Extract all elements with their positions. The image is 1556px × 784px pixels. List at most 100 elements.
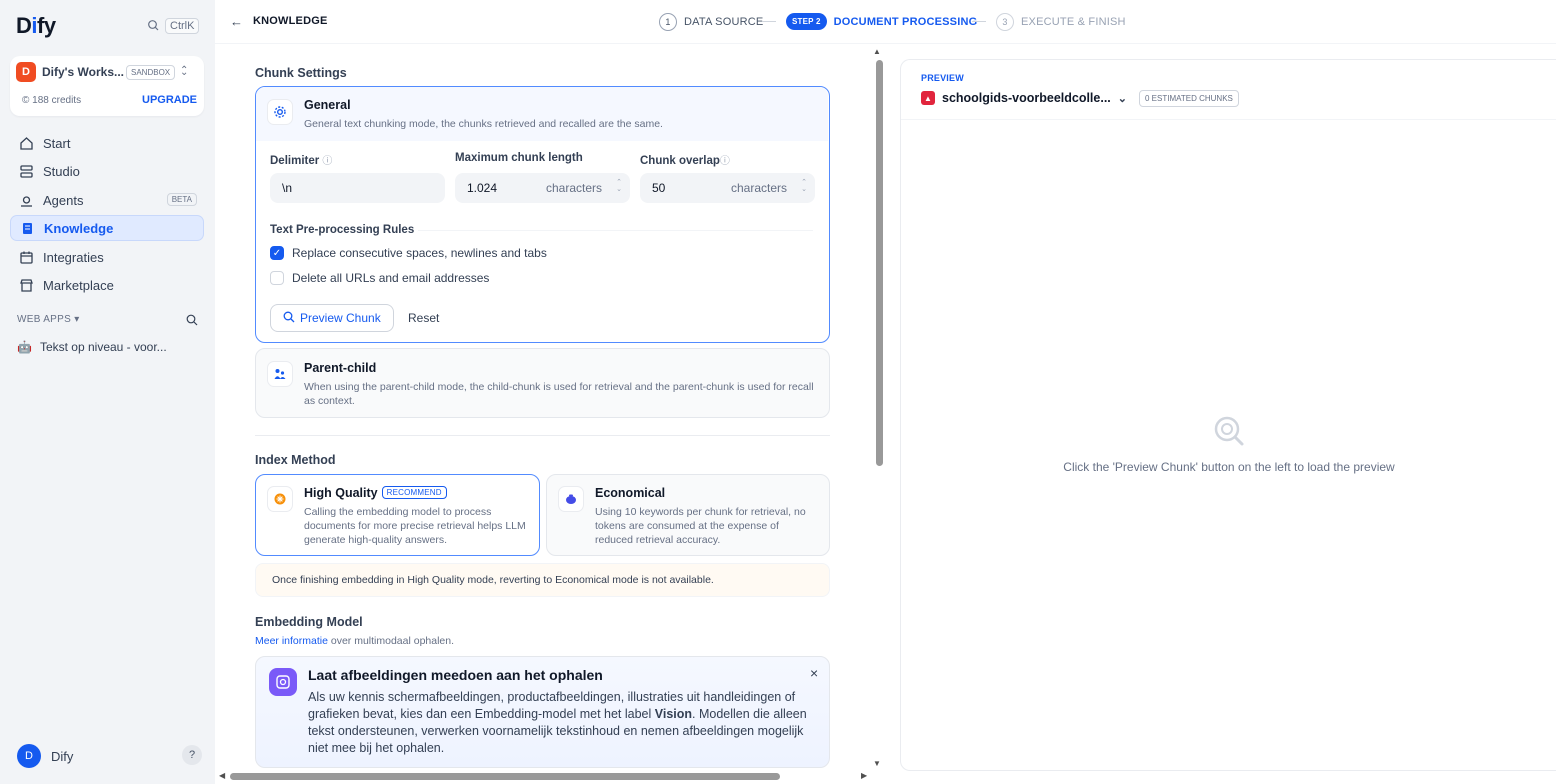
chunk-settings-title: Chunk Settings: [255, 66, 347, 80]
nav-agents[interactable]: Agents BETA: [10, 187, 204, 213]
economical-desc: Using 10 keywords per chunk for retrieva…: [595, 506, 806, 546]
user-name: Dify: [51, 748, 74, 764]
scroll-left-arrow-icon[interactable]: ◀: [219, 771, 225, 780]
gear-icon: [267, 99, 293, 125]
multimodal-info-card: Laat afbeeldingen meedoen aan het ophale…: [255, 656, 830, 768]
nav-start-label: Start: [43, 135, 71, 151]
stepper-arrows-icon[interactable]: ⌃ ⌄: [801, 179, 807, 193]
max-length-input[interactable]: 1.024 characters ⌃ ⌄: [455, 173, 630, 203]
close-icon[interactable]: ×: [810, 665, 818, 681]
search-icon[interactable]: [186, 314, 198, 329]
topbar: ← KNOWLEDGE 1 DATA SOURCE STEP 2 DOCUMEN…: [215, 0, 1556, 44]
step-label: EXECUTE & FINISH: [1021, 16, 1126, 28]
general-mode-card[interactable]: General General text chunking mode, the …: [255, 86, 830, 343]
overlap-label: Chunk overlapⓘ: [640, 155, 730, 167]
info-icon[interactable]: ⓘ: [322, 156, 332, 167]
studio-icon: [18, 163, 34, 179]
stepper-arrows-icon[interactable]: ⌃ ⌄: [616, 179, 622, 193]
robot-icon: 🤖: [17, 340, 32, 354]
calendar-icon: [18, 249, 34, 265]
high-quality-title: High Quality RECOMMEND: [304, 486, 447, 500]
vertical-scrollbar[interactable]: [876, 60, 883, 466]
step-label: DATA SOURCE: [684, 16, 764, 28]
nav-studio[interactable]: Studio: [10, 158, 204, 184]
scroll-right-arrow-icon[interactable]: ▶: [861, 771, 867, 780]
info-icon[interactable]: ⓘ: [720, 156, 730, 167]
workspace-avatar: D: [16, 62, 36, 82]
agent-icon: [18, 192, 34, 208]
nav-marketplace[interactable]: Marketplace: [10, 272, 204, 298]
search-preview-icon: [1213, 415, 1245, 450]
step-label: DOCUMENT PROCESSING: [833, 15, 978, 28]
sidebar: Dify CtrlK D Dify's Works... SANDBOX ⌃ ⌄ …: [0, 0, 215, 784]
caret-down-icon: ▾: [74, 314, 80, 325]
avatar: D: [17, 744, 41, 768]
more-info-link[interactable]: Meer informatie: [255, 635, 328, 647]
preview-chunk-button[interactable]: Preview Chunk: [270, 304, 394, 332]
embedding-model-title: Embedding Model: [255, 615, 363, 629]
chevron-down-icon[interactable]: ⌄: [1118, 92, 1127, 105]
delimiter-input[interactable]: \n: [270, 173, 445, 203]
back-arrow-icon[interactable]: ←: [230, 14, 243, 29]
step-document-processing[interactable]: STEP 2 DOCUMENT PROCESSING: [786, 13, 977, 30]
rule-replace-spaces[interactable]: ✓ Replace consecutive spaces, newlines a…: [270, 246, 547, 260]
coin-icon: ©: [22, 95, 30, 106]
nav-agents-label: Agents: [43, 192, 84, 208]
economical-card[interactable]: Economical Using 10 keywords per chunk f…: [546, 474, 830, 556]
chevron-updown-icon[interactable]: ⌃ ⌄: [180, 65, 188, 87]
horizontal-scrollbar[interactable]: [230, 773, 780, 780]
webapps-header[interactable]: WEB APPS ▾: [17, 314, 80, 325]
shortcut-kbd: CtrlK: [165, 18, 200, 34]
general-desc: General text chunking mode, the chunks r…: [304, 118, 663, 130]
step-divider: [762, 21, 776, 22]
embedding-help-text: Meer informatie over multimodaal ophalen…: [255, 635, 455, 647]
search-shortcut[interactable]: CtrlK: [147, 18, 200, 34]
checkbox-unchecked-icon[interactable]: [270, 271, 284, 285]
help-button[interactable]: ?: [182, 745, 202, 765]
piggy-bank-icon: [558, 486, 584, 512]
parent-child-title: Parent-child: [304, 361, 377, 375]
delimiter-label: Delimiter ⓘ: [270, 155, 333, 167]
file-name: schoolgids-voorbeeldcolle...: [942, 91, 1111, 105]
checkbox-checked-icon[interactable]: ✓: [270, 246, 284, 260]
page-title: KNOWLEDGE: [253, 15, 328, 27]
home-icon: [18, 135, 34, 151]
scroll-down-arrow-icon[interactable]: ▼: [873, 759, 881, 768]
divider: [418, 230, 813, 231]
spark-icon: [267, 486, 293, 512]
app-logo[interactable]: Dify: [16, 13, 56, 39]
overlap-input[interactable]: 50 characters ⌃ ⌄: [640, 173, 815, 203]
user-menu[interactable]: D Dify: [17, 744, 73, 768]
general-card-header: [256, 87, 828, 141]
pdf-icon: ▲: [921, 91, 935, 105]
upgrade-link[interactable]: UPGRADE: [142, 94, 197, 106]
workspace-name[interactable]: Dify's Works...: [42, 65, 124, 79]
scroll-up-arrow-icon[interactable]: ▲: [873, 47, 881, 56]
beta-badge: BETA: [166, 193, 197, 206]
parent-child-mode-card[interactable]: Parent-child When using the parent-child…: [255, 348, 830, 418]
file-selector[interactable]: ▲ schoolgids-voorbeeldcolle... ⌄: [921, 91, 1127, 105]
webapp-item-label: Tekst op niveau - voor...: [39, 340, 167, 354]
info-title: Laat afbeeldingen meedoen aan het ophale…: [308, 667, 603, 683]
info-text: Als uw kennis schermafbeeldingen, produc…: [308, 690, 807, 755]
economical-title: Economical: [595, 486, 666, 500]
search-preview-icon: [283, 311, 295, 326]
index-warning: Once finishing embedding in High Quality…: [255, 563, 830, 597]
nav-start[interactable]: Start: [10, 130, 204, 156]
workspace-card: D Dify's Works... SANDBOX ⌃ ⌄ © 188 credi…: [10, 56, 204, 116]
image-search-icon: [269, 668, 297, 696]
step-data-source[interactable]: 1 DATA SOURCE: [659, 13, 763, 31]
plan-badge: SANDBOX: [126, 65, 176, 80]
rules-title: Text Pre-processing Rules: [270, 224, 415, 236]
webapp-item[interactable]: 🤖 Tekst op niveau - voor...: [17, 340, 167, 354]
nav-integraties[interactable]: Integraties: [10, 244, 204, 270]
nav-integraties-label: Integraties: [43, 249, 104, 265]
rule-delete-urls[interactable]: Delete all URLs and email addresses: [270, 271, 489, 285]
nav-knowledge[interactable]: Knowledge: [10, 215, 204, 241]
section-divider: [255, 435, 830, 436]
max-length-label: Maximum chunk length: [455, 152, 583, 164]
step-execute-finish[interactable]: 3 EXECUTE & FINISH: [996, 13, 1126, 31]
reset-button[interactable]: Reset: [396, 304, 451, 332]
high-quality-card[interactable]: High Quality RECOMMEND Calling the embedd…: [255, 474, 540, 556]
step-pill: STEP 2: [786, 13, 827, 30]
